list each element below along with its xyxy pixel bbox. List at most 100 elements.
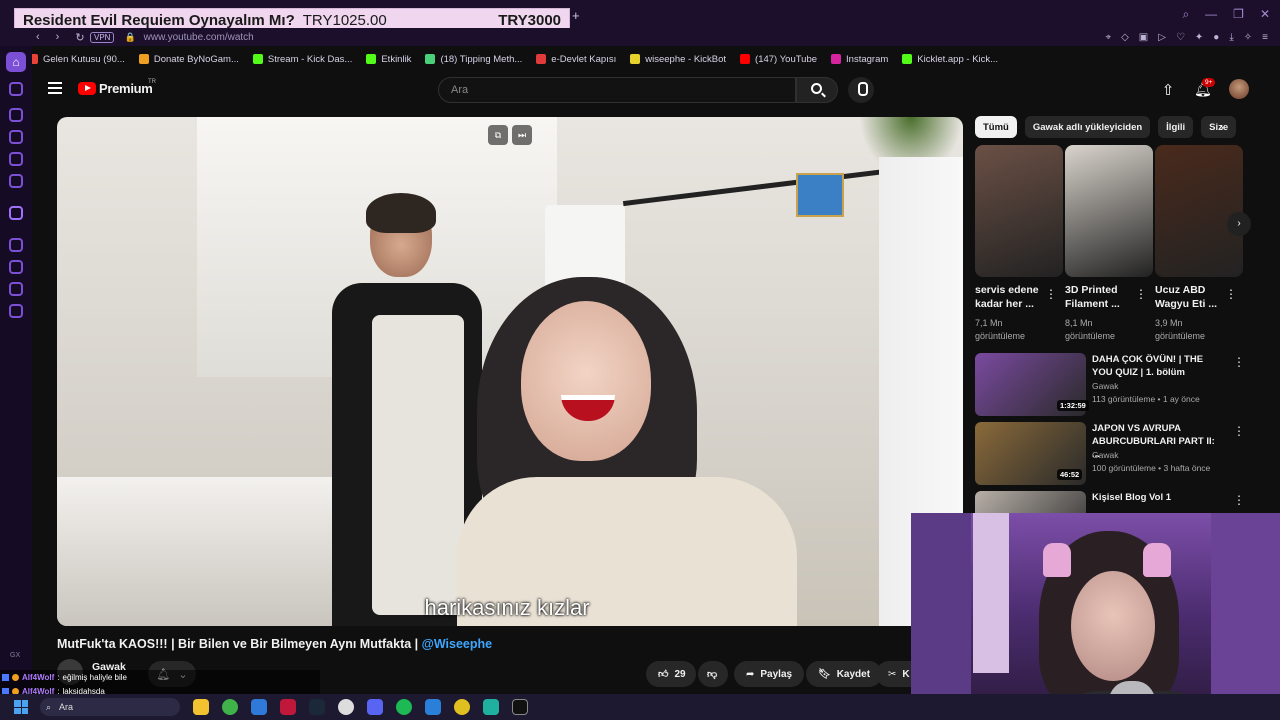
- url-field[interactable]: www.youtube.com/watch: [144, 32, 254, 43]
- short-thumbnail[interactable]: [975, 145, 1063, 277]
- chevron-right-icon[interactable]: ›: [1220, 122, 1224, 134]
- chrome-icon[interactable]: [454, 699, 470, 715]
- short-title[interactable]: Ucuz ABD Wagyu Eti ...: [1155, 283, 1233, 311]
- recommendation-channel[interactable]: Gawak: [1092, 450, 1118, 460]
- twitch-side-icon[interactable]: [9, 206, 23, 220]
- play-icon[interactable]: ▷: [1158, 32, 1166, 43]
- copilot-icon[interactable]: [251, 699, 267, 715]
- bookmark-item[interactable]: Instagram: [831, 54, 888, 65]
- battlenet-icon[interactable]: [425, 699, 441, 715]
- filter-chip[interactable]: İlgili: [1158, 116, 1194, 138]
- more-options-icon[interactable]: ⋮: [1045, 287, 1057, 301]
- youtube-premium-label[interactable]: Premium: [99, 81, 153, 96]
- search-icon[interactable]: ⌕: [1182, 7, 1189, 22]
- next-video-icon[interactable]: ⏭︎: [512, 125, 532, 145]
- short-card[interactable]: Ucuz ABD Wagyu Eti ... 3,9 Mn görüntüleme…: [1155, 145, 1243, 343]
- miniplayer-icon[interactable]: ⧉: [488, 125, 508, 145]
- minimize-icon[interactable]: —: [1205, 7, 1217, 22]
- upload-icon[interactable]: ⇧: [1160, 81, 1176, 99]
- voice-search-icon[interactable]: [848, 77, 874, 103]
- reload-icon[interactable]: ↻: [75, 31, 84, 44]
- save-button[interactable]: 🔖︎ Kaydet: [806, 661, 883, 687]
- new-tab-button[interactable]: +: [572, 8, 580, 23]
- bookmark-item[interactable]: Stream - Kick Das...: [252, 54, 352, 65]
- bookmark-item[interactable]: Gelen Kutusu (90...: [28, 54, 125, 65]
- forward-icon[interactable]: ›: [56, 31, 60, 44]
- dislike-button[interactable]: 👎︎: [698, 661, 728, 687]
- player-icon[interactable]: [9, 238, 23, 252]
- epic-games-icon[interactable]: [512, 699, 528, 715]
- ai-icon[interactable]: ✧: [1244, 32, 1252, 43]
- pin-icon[interactable]: ⌖: [1105, 32, 1111, 43]
- filter-chip[interactable]: Size: [1201, 116, 1237, 138]
- lock-icon[interactable]: 🔒: [124, 32, 135, 43]
- search-button[interactable]: [796, 77, 838, 103]
- more-options-icon[interactable]: ⋮: [1233, 424, 1245, 438]
- profile-icon[interactable]: ●: [1213, 32, 1219, 43]
- settings-icon[interactable]: [9, 304, 23, 318]
- search-input[interactable]: Ara: [438, 77, 796, 103]
- more-options-icon[interactable]: ⋮: [1225, 287, 1237, 301]
- short-title[interactable]: 3D Printed Filament ...: [1065, 283, 1143, 311]
- short-title[interactable]: servis edene kadar her ...: [975, 283, 1053, 311]
- app-icon[interactable]: [483, 699, 499, 715]
- xbox-icon[interactable]: [222, 699, 238, 715]
- bookmark-item[interactable]: Donate ByNoGam...: [138, 54, 239, 65]
- history-icon[interactable]: [9, 260, 23, 274]
- obs-icon[interactable]: [338, 699, 354, 715]
- bookmark-item[interactable]: wiseephe - KickBot: [630, 54, 726, 65]
- more-options-icon[interactable]: ⋮: [1233, 493, 1245, 507]
- windows-start-icon[interactable]: [14, 700, 28, 714]
- short-thumbnail[interactable]: [1155, 145, 1243, 277]
- short-card[interactable]: 3D Printed Filament ... 8,1 Mn görüntülem…: [1065, 145, 1153, 343]
- close-icon[interactable]: ✕: [1260, 7, 1270, 22]
- chat-icon[interactable]: [9, 282, 23, 296]
- shield-icon[interactable]: ◇: [1121, 32, 1129, 43]
- short-thumbnail[interactable]: [1065, 145, 1153, 277]
- spotify-icon[interactable]: [396, 699, 412, 715]
- bookmark-item[interactable]: (147) YouTube: [740, 54, 817, 65]
- recommendation-title[interactable]: DAHA ÇOK ÖVÜN! | THE YOU QUIZ | 1. bölüm: [1092, 353, 1220, 379]
- bookmark-item[interactable]: Kicklet.app - Kick...: [902, 54, 998, 65]
- opera-gx-icon[interactable]: [280, 699, 296, 715]
- twitch-icon[interactable]: [9, 82, 23, 96]
- recommendation-item[interactable]: 1:32:59 DAHA ÇOK ÖVÜN! | THE YOU QUIZ | 1…: [975, 353, 1275, 417]
- recommendation-item[interactable]: 46:52 JAPON VS AVRUPA ABURCUBURLARI PART …: [975, 422, 1275, 486]
- recommendation-channel[interactable]: Gawak: [1092, 381, 1118, 391]
- taskbar-search[interactable]: ⌕ Ara: [40, 698, 180, 716]
- share-button[interactable]: ➦ Paylaş: [734, 661, 805, 687]
- heart-icon[interactable]: ♡: [1176, 32, 1185, 43]
- short-card[interactable]: servis edene kadar her ... 7,1 Mn görüntü…: [975, 145, 1063, 343]
- bag-icon[interactable]: [9, 130, 23, 144]
- filter-chip[interactable]: Tümü: [975, 116, 1017, 138]
- shorts-next-button[interactable]: ›: [1227, 212, 1251, 236]
- more-options-icon[interactable]: ⋮: [1135, 287, 1147, 301]
- filter-chip[interactable]: Gawak adlı yükleyiciden: [1024, 116, 1151, 138]
- vpn-badge[interactable]: VPN: [90, 31, 115, 43]
- refresh-icon[interactable]: [9, 108, 23, 122]
- back-icon[interactable]: ‹: [36, 31, 40, 44]
- like-button[interactable]: 👍︎ 29: [646, 661, 696, 687]
- menu-icon[interactable]: ≡: [1262, 32, 1268, 43]
- more-options-icon[interactable]: ⋮: [1233, 355, 1245, 369]
- clip-button[interactable]: ✂ K: [876, 661, 912, 687]
- controller-icon[interactable]: [9, 152, 23, 166]
- bookmark-item[interactable]: e-Devlet Kapısı: [536, 54, 616, 65]
- extensions-icon[interactable]: ✦: [1195, 32, 1203, 43]
- camera-icon[interactable]: ▣: [1139, 32, 1148, 43]
- video-player[interactable]: ⧉ ⏭︎ harikasınız kızlar: [57, 117, 963, 626]
- mail-icon[interactable]: [9, 174, 23, 188]
- youtube-logo-icon[interactable]: [78, 82, 96, 95]
- recommendation-title[interactable]: Kişisel Blog Vol 1: [1092, 491, 1220, 504]
- file-explorer-icon[interactable]: [193, 699, 209, 715]
- user-avatar[interactable]: [1229, 79, 1249, 99]
- bookmark-item[interactable]: Etkinlik: [366, 54, 411, 65]
- maximize-icon[interactable]: ❐: [1233, 7, 1244, 22]
- home-icon[interactable]: ⌂: [6, 52, 26, 72]
- steam-icon[interactable]: [309, 699, 325, 715]
- video-title-link[interactable]: @Wiseephe: [422, 637, 492, 651]
- discord-icon[interactable]: [367, 699, 383, 715]
- bookmark-item[interactable]: (18) Tipping Meth...: [425, 54, 522, 65]
- download-icon[interactable]: ⤓: [1229, 32, 1233, 43]
- hamburger-menu-icon[interactable]: [48, 82, 62, 94]
